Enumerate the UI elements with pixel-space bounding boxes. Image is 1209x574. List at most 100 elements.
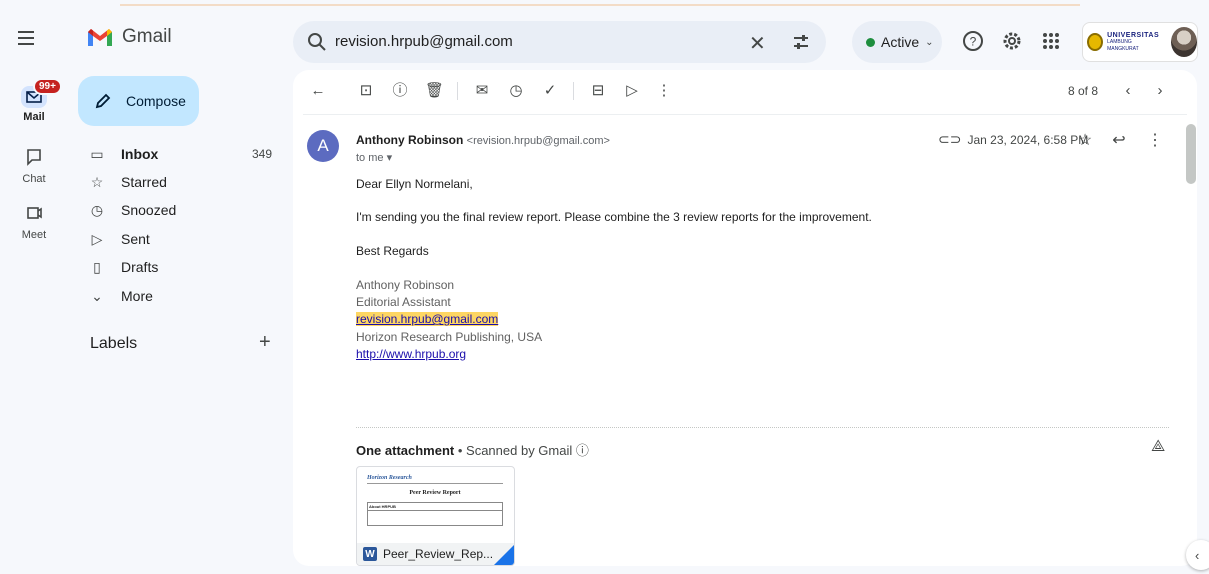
sidebar-item-inbox[interactable]: ▭ Inbox 349 — [78, 140, 278, 168]
delete-icon[interactable]: 🗑 — [425, 82, 444, 100]
university-name: UNIVERSITAS LAMBUNG MANGKURAT — [1107, 31, 1160, 52]
scrollbar-thumb[interactable] — [1186, 124, 1196, 184]
star-icon[interactable]: ☆ — [1075, 130, 1095, 150]
add-task-icon[interactable]: ✓ — [541, 82, 559, 100]
signature-title: Editorial Assistant — [356, 295, 451, 309]
draft-icon: ▯ — [93, 258, 101, 275]
attachment-filename: Peer_Review_Rep... — [383, 547, 494, 561]
side-panel-toggle-icon[interactable]: ‹ — [1186, 540, 1209, 570]
attachment-divider — [356, 427, 1169, 428]
sidebar-item-label: Sent — [121, 231, 150, 247]
search-input[interactable]: revision.hrpub@gmail.com — [335, 33, 513, 50]
inbox-icon: ▭ — [90, 145, 104, 162]
chat-icon — [21, 148, 47, 170]
status-button[interactable]: Active ⌄ — [852, 21, 942, 63]
main-menu-button[interactable] — [14, 26, 38, 50]
signature-org: Horizon Research Publishing, USA — [356, 330, 543, 344]
app-name: Gmail — [122, 26, 172, 47]
next-page-icon[interactable]: › — [1151, 82, 1169, 100]
more-vert-icon[interactable]: ⋮ — [1145, 130, 1165, 150]
chevron-down-icon: ⌄ — [925, 36, 934, 48]
signature-name: Anthony Robinson — [356, 278, 455, 292]
sidebar-item-snoozed[interactable]: ◷ Snoozed — [78, 196, 278, 224]
sender-name[interactable]: Anthony Robinson — [356, 133, 463, 147]
sender-line: Anthony Robinson <revision.hrpub@gmail.c… — [356, 133, 610, 147]
gmail-logo[interactable]: Gmail — [86, 26, 172, 48]
back-arrow-icon[interactable]: ← — [309, 82, 327, 100]
search-bar[interactable]: revision.hrpub@gmail.com ✕ — [293, 21, 826, 63]
search-options-icon[interactable] — [791, 32, 811, 52]
search-icon[interactable] — [307, 32, 327, 52]
signature-email-link[interactable]: revision.hrpub@gmail.com — [356, 312, 499, 326]
prev-page-icon[interactable]: ‹ — [1119, 82, 1137, 100]
send-icon: ▷ — [91, 230, 103, 247]
sidebar-item-drafts[interactable]: ▯ Drafts — [78, 253, 278, 281]
preview-section: About HRPUB — [367, 502, 503, 526]
sender-avatar[interactable]: A — [307, 130, 339, 162]
active-status-dot — [866, 37, 875, 47]
apps-grid-icon[interactable] — [1040, 30, 1062, 52]
rail-mail-label: Mail — [23, 111, 45, 123]
clock-icon: ◷ — [90, 201, 104, 218]
unread-badge: 99+ — [33, 78, 62, 95]
chevron-down-icon: ⌄ — [91, 287, 103, 304]
sidebar-item-starred[interactable]: ☆ Starred — [78, 168, 278, 196]
sidebar-item-sent[interactable]: ▷ Sent — [78, 225, 278, 253]
help-icon[interactable]: ? — [962, 30, 984, 52]
account-button[interactable]: UNIVERSITAS LAMBUNG MANGKURAT — [1082, 22, 1198, 62]
avatar[interactable] — [1171, 27, 1197, 57]
svg-text:?: ? — [970, 35, 977, 49]
message-greeting: Dear Ellyn Normelani, — [356, 177, 473, 191]
rail-chat[interactable]: Chat — [0, 148, 68, 185]
attachment-clip-icon: ⊂⊃ — [938, 131, 962, 147]
clear-search-icon[interactable]: ✕ — [749, 31, 766, 56]
preview-title: Peer Review Report — [409, 490, 461, 496]
toolbar-divider — [573, 82, 574, 100]
sidebar-item-more[interactable]: ⌄ More — [78, 282, 278, 310]
rail-mail[interactable]: 99+ Mail — [0, 78, 68, 123]
signature-url-link[interactable]: http://www.hrpub.org — [356, 347, 466, 361]
sidebar-item-label: Inbox — [121, 146, 159, 162]
label-icon[interactable]: ▷ — [623, 82, 641, 100]
inbox-count: 349 — [251, 147, 272, 161]
sidebar-item-label: Snoozed — [121, 202, 177, 218]
message-toolbar: ← ⊡ ⓘ 🗑 ✉ ◷ ✓ ⊟ ▷ ⋮ 8 of 8 ‹ › — [293, 70, 1197, 110]
snooze-icon[interactable]: ◷ — [507, 82, 525, 100]
settings-icon[interactable] — [1001, 30, 1023, 52]
move-to-icon[interactable]: ⊟ — [589, 82, 607, 100]
scan-note: • Scanned by Gmail ⓘ — [454, 443, 589, 458]
attachment-label: W Peer_Review_Rep... — [357, 543, 514, 565]
report-spam-icon[interactable]: ⓘ — [391, 82, 409, 100]
sender-email: <revision.hrpub@gmail.com> — [466, 135, 610, 147]
reply-icon[interactable]: ↩ — [1109, 130, 1129, 150]
attachment-heading: One attachment • Scanned by Gmail ⓘ — [356, 443, 589, 458]
rail-meet[interactable]: Meet — [0, 204, 68, 241]
gmail-m-icon — [88, 29, 112, 46]
toolbar-divider — [303, 114, 1187, 115]
archive-icon[interactable]: ⊡ — [357, 82, 375, 100]
add-to-drive-icon[interactable]: ⟁ — [1151, 438, 1165, 456]
attachment-card[interactable]: Horizon Research Peer Review Report Abou… — [356, 466, 515, 566]
rail-meet-label: Meet — [21, 229, 47, 241]
university-emblem-icon — [1087, 33, 1104, 51]
mark-unread-icon[interactable]: ✉ — [473, 82, 491, 100]
sidebar-item-label: More — [121, 288, 153, 304]
attachment-corner-fold — [494, 545, 514, 565]
compose-label: Compose — [126, 93, 186, 109]
more-vert-icon[interactable]: ⋮ — [655, 82, 673, 100]
mail-icon: 99+ — [21, 78, 62, 108]
video-icon — [21, 204, 47, 226]
sidebar-item-label: Starred — [121, 174, 167, 190]
recipient-details-toggle[interactable]: to me ▾ — [356, 151, 392, 164]
pagination-text: 8 of 8 — [1068, 84, 1099, 98]
header: Gmail revision.hrpub@gmail.com ✕ Active … — [0, 0, 1209, 64]
message-panel: ← ⊡ ⓘ 🗑 ✉ ◷ ✓ ⊟ ▷ ⋮ 8 of 8 ‹ › A Anthony… — [293, 70, 1197, 566]
rail-chat-label: Chat — [22, 173, 46, 185]
word-file-icon: W — [363, 547, 377, 561]
message-closing: Best Regards — [356, 244, 429, 258]
add-label-button[interactable]: + — [259, 331, 271, 354]
star-icon: ☆ — [90, 173, 104, 190]
message-body: I'm sending you the final review report.… — [356, 210, 872, 224]
compose-button[interactable]: Compose — [78, 76, 199, 126]
pencil-icon — [95, 93, 111, 109]
